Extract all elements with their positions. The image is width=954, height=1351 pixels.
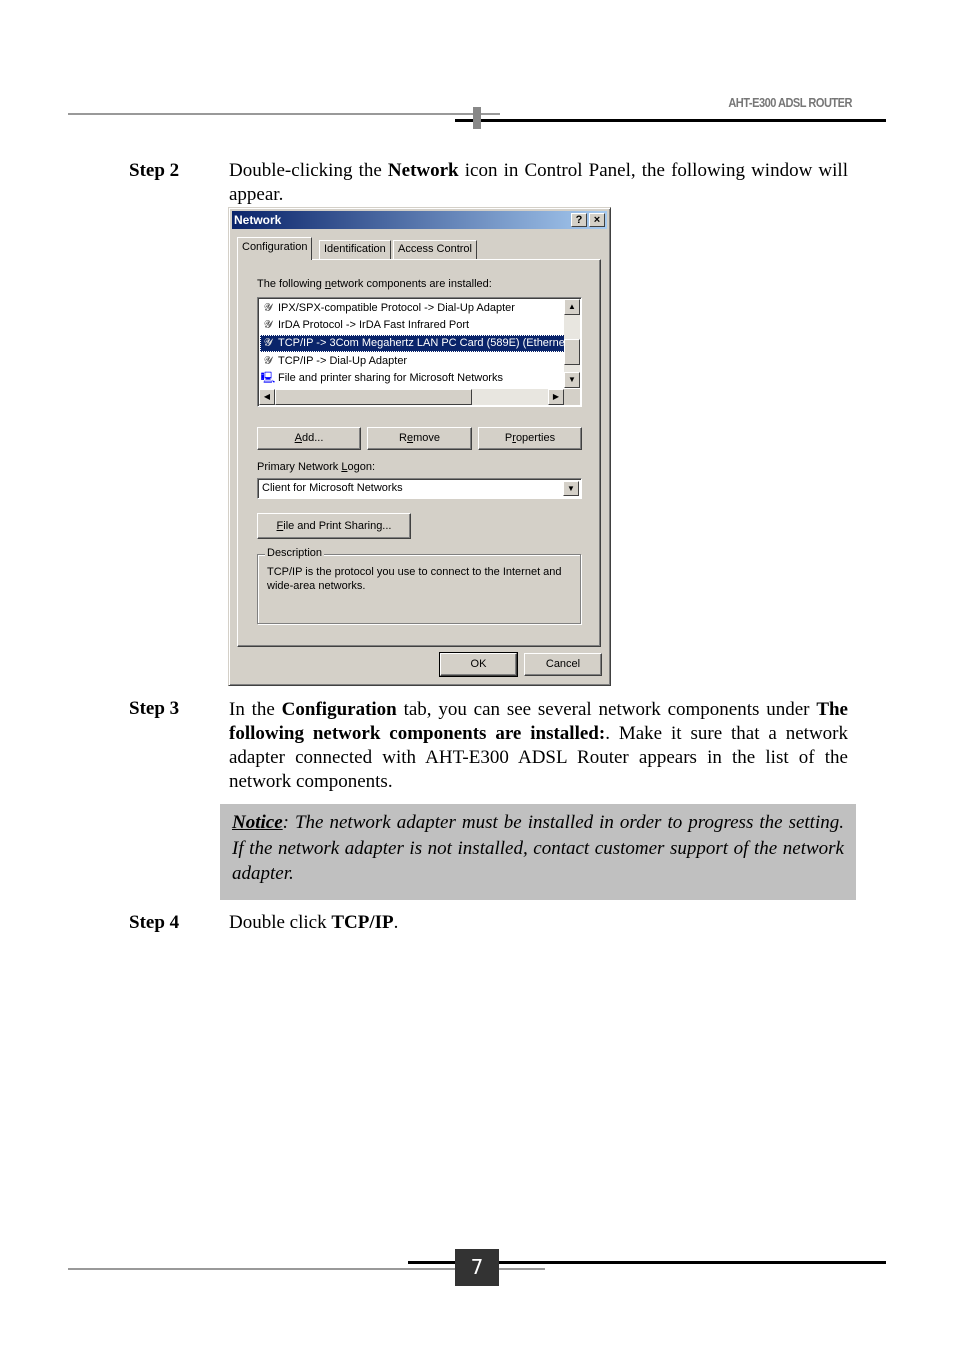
step-2-text: Double-clicking the Network icon in Cont…	[229, 159, 848, 207]
components-listbox[interactable]: 𝓨 IPX/SPX-compatible Protocol -> Dial-Up …	[257, 297, 582, 407]
remove-button[interactable]: Remove	[367, 427, 472, 450]
add-button[interactable]: Add...	[257, 427, 361, 450]
notice-box: Notice: The network adapter must be inst…	[220, 804, 856, 900]
notice-text: : The network adapter must be installed …	[232, 812, 844, 884]
network-protocol-icon: 𝓨	[263, 302, 273, 314]
scroll-left-arrow-icon[interactable]: ◀	[259, 389, 275, 405]
dialog-title: Network	[234, 213, 282, 227]
document-header-title: AHT-E300 ADSL ROUTER	[728, 95, 852, 110]
description-group: Description TCP/IP is the protocol you u…	[257, 547, 581, 624]
cancel-button[interactable]: Cancel	[524, 653, 602, 676]
step-4-label: Step 4	[129, 912, 180, 933]
text-bold-network: Network	[387, 160, 459, 181]
list-item[interactable]: 𝓨 TCP/IP -> Dial-Up Adapter	[260, 353, 565, 370]
list-item[interactable]: 🖳 File and printer sharing for Microsoft …	[260, 370, 565, 387]
scroll-right-arrow-icon[interactable]: ▶	[548, 389, 564, 405]
network-protocol-icon: 𝓨	[263, 319, 273, 331]
horizontal-scrollbar[interactable]: ◀ ▶	[259, 389, 564, 405]
vertical-scroll-thumb[interactable]	[564, 339, 580, 365]
primary-logon-label: Primary Network Logon:	[257, 461, 375, 473]
network-protocol-icon: 𝓨	[263, 355, 273, 367]
close-button[interactable]: ×	[589, 213, 605, 227]
horizontal-scroll-thumb[interactable]	[275, 389, 472, 405]
vertical-scrollbar[interactable]: ▲ ▼	[564, 299, 580, 388]
scroll-up-arrow-icon[interactable]: ▲	[564, 299, 580, 315]
components-label: The following network components are ins…	[257, 278, 492, 290]
text-bold-configuration: Configuration	[281, 699, 397, 720]
list-item[interactable]: 𝓨 IPX/SPX-compatible Protocol -> Dial-Up …	[260, 300, 565, 317]
network-dialog: Network ? × Configuration Identification…	[228, 207, 611, 686]
header-rule-gray	[68, 113, 500, 115]
dialog-titlebar[interactable]: Network ? ×	[232, 211, 607, 229]
notice-label: Notice	[232, 812, 283, 833]
tab-access-control[interactable]: Access Control	[393, 240, 477, 259]
text-bold-tcpip: TCP/IP	[331, 912, 394, 933]
step-3-text: In the Configuration tab, you can see se…	[229, 699, 849, 792]
ok-button[interactable]: OK	[439, 652, 518, 677]
step-4-text: Double click TCP/IP.	[229, 912, 399, 933]
primary-logon-value: Client for Microsoft Networks	[262, 482, 403, 494]
computer-share-icon: 🖳	[260, 372, 276, 384]
scrollbar-corner	[564, 389, 580, 405]
header-rule-marker	[473, 107, 481, 129]
tab-identification[interactable]: Identification	[319, 240, 391, 259]
text-run: Double-clicking the	[229, 160, 388, 181]
chevron-down-icon[interactable]: ▼	[563, 481, 579, 496]
list-item-selected[interactable]: 𝓨 TCP/IP -> 3Com Megahertz LAN PC Card (5…	[260, 335, 565, 352]
file-print-sharing-button[interactable]: File and Print Sharing...	[257, 513, 411, 539]
step-3-label: Step 3	[129, 698, 180, 719]
primary-logon-select[interactable]: Client for Microsoft Networks ▼	[257, 478, 582, 499]
network-protocol-icon: 𝓨	[263, 337, 273, 349]
tab-configuration[interactable]: Configuration	[237, 237, 313, 260]
description-title: Description	[265, 547, 325, 559]
header-rule-black	[455, 119, 886, 122]
step-2-label: Step 2	[129, 160, 180, 181]
list-item[interactable]: 𝓨 IrDA Protocol -> IrDA Fast Infrared Por…	[260, 317, 565, 334]
description-text: TCP/IP is the protocol you use to connec…	[267, 566, 562, 592]
page-number: 7	[455, 1249, 499, 1286]
help-button[interactable]: ?	[571, 213, 587, 227]
scroll-down-arrow-icon[interactable]: ▼	[564, 372, 580, 388]
properties-button[interactable]: Properties	[478, 427, 582, 450]
